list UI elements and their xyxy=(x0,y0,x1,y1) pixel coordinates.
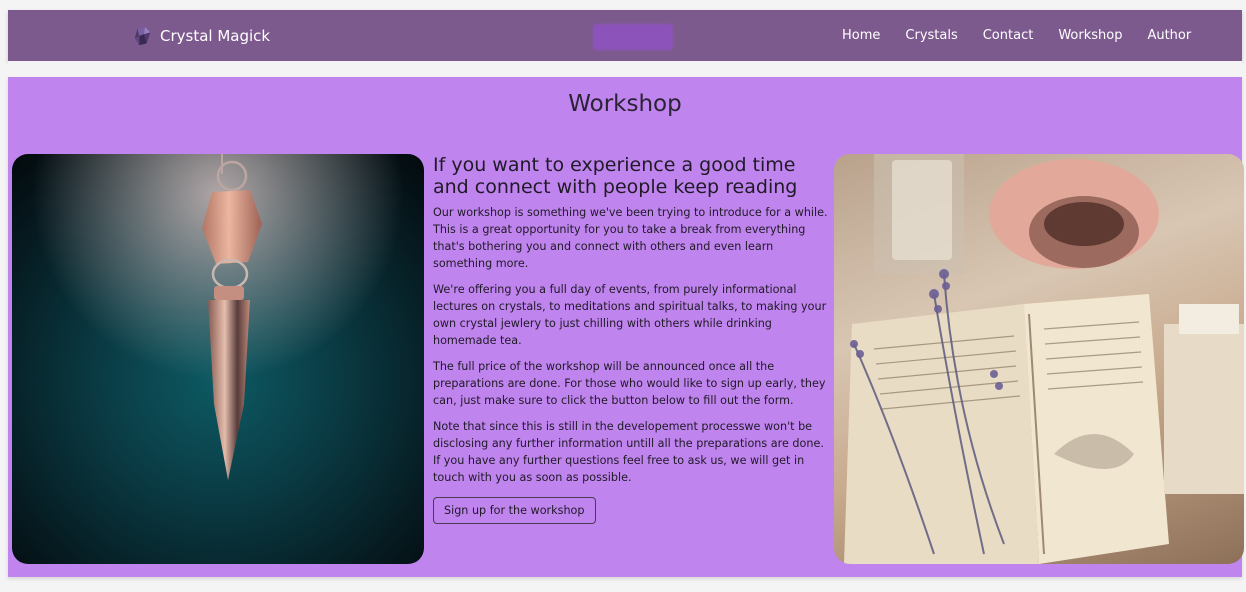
nav-links: Home Crystals Contact Workshop Author xyxy=(842,10,1191,61)
nav-link-home[interactable]: Home xyxy=(842,28,880,43)
paragraph-note: Note that since this is still in the dev… xyxy=(433,420,824,484)
navbar-divider-strip xyxy=(8,61,1242,77)
book-candle-image xyxy=(834,154,1244,564)
page-title: Workshop xyxy=(568,91,682,117)
signup-button[interactable]: Sign up for the workshop xyxy=(433,497,596,524)
workshop-content: If you want to experience a good time an… xyxy=(433,154,828,524)
book-candle-illustration xyxy=(844,154,1244,564)
navbar: Crystal Magick Home Crystals Contact Wor… xyxy=(8,10,1242,61)
nav-link-author[interactable]: Author xyxy=(1147,28,1191,43)
navbar-center-block xyxy=(593,24,673,50)
crystal-pendant-illustration xyxy=(12,154,424,564)
nav-link-workshop[interactable]: Workshop xyxy=(1058,28,1122,43)
crystal-pendant-image xyxy=(12,154,424,564)
nav-link-crystals[interactable]: Crystals xyxy=(905,28,957,43)
brand-link[interactable]: Crystal Magick xyxy=(132,10,270,61)
workshop-section: Workshop If you want to experience a goo… xyxy=(8,77,1244,577)
nav-link-contact[interactable]: Contact xyxy=(983,28,1034,43)
paragraph-intro: Our workshop is something we've been try… xyxy=(433,206,828,270)
paragraph-events: We're offering you a full day of events,… xyxy=(433,283,827,347)
crystal-icon xyxy=(134,26,151,45)
brand-name: Crystal Magick xyxy=(160,26,271,45)
paragraph-price: The full price of the workshop will be a… xyxy=(433,360,826,407)
section-subtitle: If you want to experience a good time an… xyxy=(433,154,798,198)
